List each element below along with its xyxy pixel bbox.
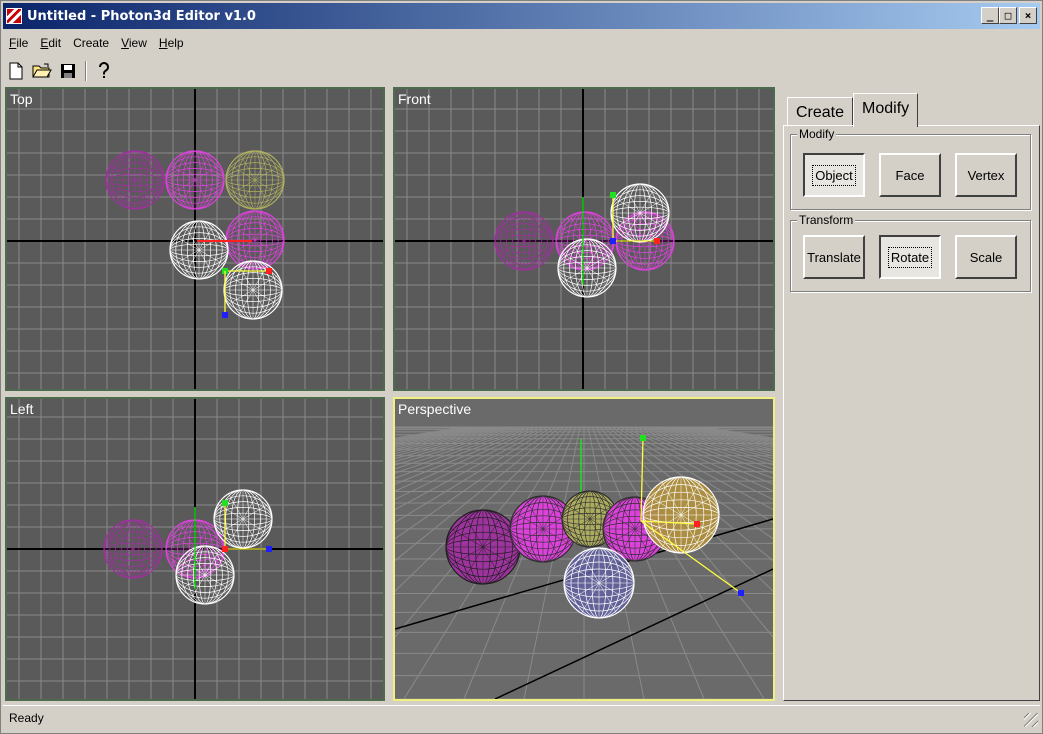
transform-group: Transform Translate Rotate Scale bbox=[790, 213, 1031, 292]
wireframe-sphere[interactable] bbox=[642, 476, 720, 554]
save-disk-icon[interactable] bbox=[57, 60, 79, 82]
viewport-perspective[interactable]: Perspective bbox=[393, 397, 775, 701]
toolbar-separator bbox=[85, 61, 87, 81]
menu-help[interactable]: Help bbox=[153, 36, 190, 50]
tab-modify-body: Modify Object Face Vertex Transform Tran… bbox=[783, 125, 1040, 701]
vertex-mode-button[interactable]: Vertex bbox=[955, 153, 1017, 197]
wireframe-sphere[interactable] bbox=[225, 150, 285, 210]
wireframe-sphere[interactable] bbox=[223, 260, 283, 320]
scale-button[interactable]: Scale bbox=[955, 235, 1017, 279]
wireframe-sphere[interactable] bbox=[445, 509, 521, 585]
viewport-top[interactable]: Top bbox=[5, 87, 385, 391]
viewport-label: Perspective bbox=[398, 401, 472, 417]
menu-file[interactable]: File bbox=[3, 36, 34, 50]
modify-group: Modify Object Face Vertex bbox=[790, 127, 1031, 210]
properties-panel: Create Modify Modify Object Face Vertex … bbox=[783, 89, 1040, 701]
transform-group-title: Transform bbox=[797, 213, 856, 227]
open-folder-icon[interactable] bbox=[31, 60, 53, 82]
modify-group-title: Modify bbox=[797, 127, 837, 141]
new-document-icon[interactable] bbox=[5, 60, 27, 82]
menu-bar: File Edit Create View Help bbox=[3, 33, 190, 53]
close-button[interactable]: × bbox=[1019, 7, 1037, 24]
wireframe-sphere[interactable] bbox=[165, 150, 225, 210]
viewport-front-canvas bbox=[395, 89, 773, 389]
wireframe-sphere[interactable] bbox=[169, 220, 229, 280]
window-title: Untitled - Photon3d Editor v1.0 bbox=[27, 8, 256, 24]
face-mode-button[interactable]: Face bbox=[879, 153, 941, 197]
wireframe-sphere[interactable] bbox=[175, 545, 235, 605]
menu-view[interactable]: View bbox=[115, 36, 153, 50]
viewport-perspective-canvas bbox=[395, 399, 773, 699]
status-text: Ready bbox=[9, 710, 44, 725]
toolbar bbox=[5, 57, 115, 85]
viewport-label: Left bbox=[10, 401, 34, 417]
resize-grip[interactable] bbox=[1024, 713, 1038, 727]
rotate-button[interactable]: Rotate bbox=[879, 235, 941, 279]
menu-create[interactable]: Create bbox=[67, 36, 115, 50]
app-icon[interactable] bbox=[6, 8, 22, 24]
wireframe-sphere[interactable] bbox=[557, 238, 617, 298]
wireframe-sphere[interactable] bbox=[563, 547, 635, 619]
app-window: Untitled - Photon3d Editor v1.0 _ □ × Fi… bbox=[0, 0, 1043, 734]
viewport-left-canvas bbox=[7, 399, 383, 699]
maximize-button[interactable]: □ bbox=[999, 7, 1017, 24]
wireframe-sphere[interactable] bbox=[494, 211, 554, 271]
wireframe-sphere[interactable] bbox=[103, 519, 163, 579]
tab-modify[interactable]: Modify bbox=[853, 93, 919, 127]
viewport-area: Top Front Left Perspective bbox=[5, 87, 779, 703]
menu-edit[interactable]: Edit bbox=[34, 36, 67, 50]
title-bar[interactable]: Untitled - Photon3d Editor v1.0 _ □ × bbox=[3, 3, 1040, 29]
viewport-front[interactable]: Front bbox=[393, 87, 775, 391]
object-mode-button[interactable]: Object bbox=[803, 153, 865, 197]
viewport-top-canvas bbox=[7, 89, 383, 389]
help-question-icon[interactable] bbox=[93, 60, 115, 82]
wireframe-sphere[interactable] bbox=[105, 150, 165, 210]
translate-button[interactable]: Translate bbox=[803, 235, 865, 279]
minimize-button[interactable]: _ bbox=[981, 7, 999, 24]
viewport-left[interactable]: Left bbox=[5, 397, 385, 701]
viewport-label: Front bbox=[398, 91, 431, 107]
wireframe-sphere[interactable] bbox=[213, 489, 273, 549]
status-bar: Ready bbox=[3, 705, 1040, 729]
viewport-label: Top bbox=[10, 91, 33, 107]
wireframe-sphere[interactable] bbox=[610, 183, 670, 243]
tab-create[interactable]: Create bbox=[787, 97, 854, 127]
